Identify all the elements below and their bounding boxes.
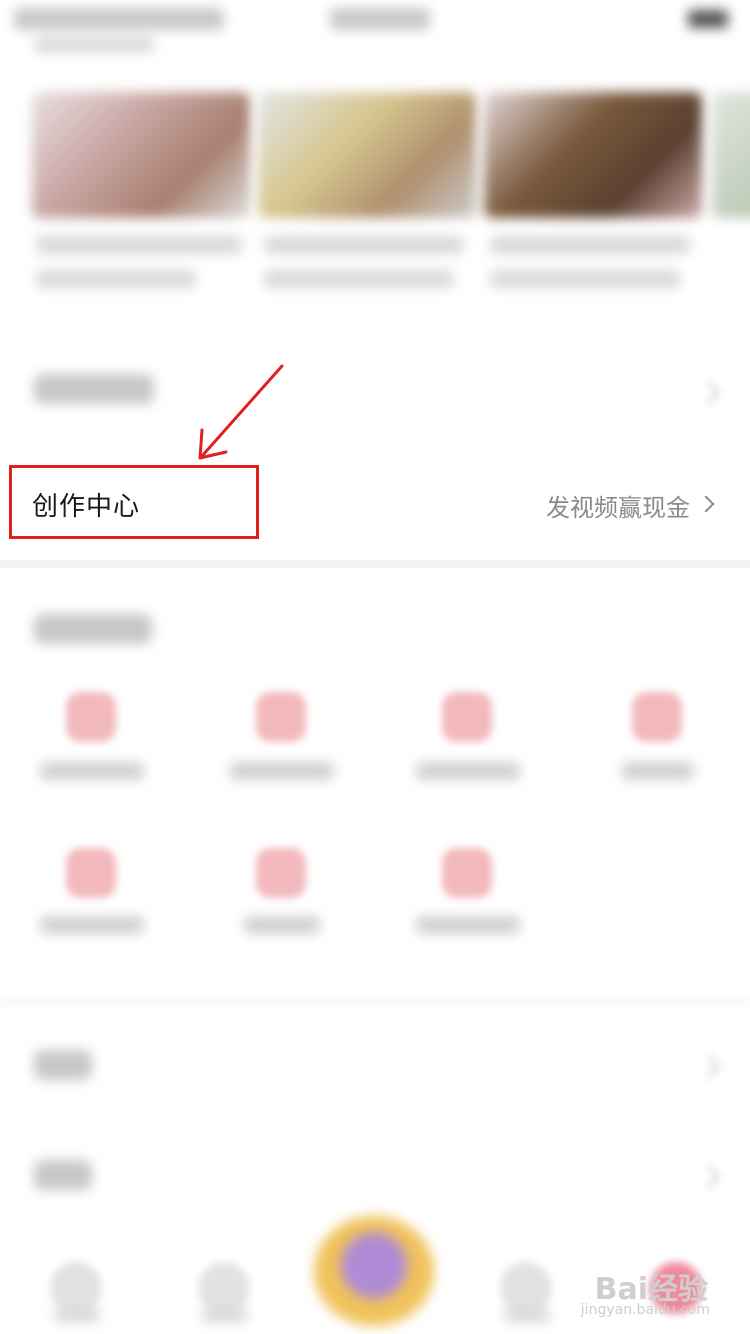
clock	[330, 8, 430, 30]
arrow-annotation-icon	[198, 364, 284, 460]
section-title-blurred	[34, 614, 152, 644]
section-divider-2	[0, 1000, 750, 1004]
carrier-signal	[14, 8, 224, 30]
service-icon-2[interactable]	[256, 692, 306, 742]
video-thumbnail-4[interactable]	[712, 92, 750, 218]
tab-home-icon[interactable]	[50, 1262, 102, 1314]
row-label-blurred-3[interactable]	[34, 1160, 92, 1190]
row-label-blurred-2[interactable]	[34, 1050, 92, 1080]
row-label-blurred-1[interactable]	[34, 374, 154, 404]
video-caption-2b	[264, 270, 454, 288]
tab-home-label	[54, 1308, 100, 1322]
tab-fourth-icon[interactable]	[500, 1262, 552, 1314]
video-thumbnail-1[interactable]	[32, 92, 250, 218]
chevron-right-icon	[697, 495, 715, 513]
status-subtext	[34, 38, 154, 52]
center-action-button[interactable]	[314, 1216, 434, 1326]
service-label-4	[622, 762, 694, 780]
creation-center-row[interactable]: 创作中心 发视频赢现金	[0, 462, 750, 548]
video-caption-2	[264, 236, 464, 254]
service-icon-5[interactable]	[66, 848, 116, 898]
video-caption-1	[36, 236, 242, 254]
video-caption-3	[490, 236, 690, 254]
video-thumbnail-3[interactable]	[484, 92, 702, 218]
chevron-right-icon	[696, 1054, 721, 1079]
service-icon-1[interactable]	[66, 692, 116, 742]
tab-fourth-label	[504, 1308, 550, 1322]
service-label-3	[416, 762, 520, 780]
video-caption-3b	[490, 270, 680, 288]
tab-second-label	[202, 1308, 248, 1322]
service-icon-4[interactable]	[632, 692, 682, 742]
service-label-2	[230, 762, 334, 780]
watermark-url: jingyan.baidu.com	[580, 1302, 710, 1318]
chevron-right-icon	[696, 1164, 721, 1189]
service-label-6	[244, 916, 320, 934]
video-caption-1b	[36, 270, 196, 288]
tab-second-icon[interactable]	[198, 1262, 250, 1314]
service-label-1	[40, 762, 144, 780]
post-video-earn-link[interactable]: 发视频赢现金	[546, 488, 690, 523]
service-label-7	[416, 916, 520, 934]
battery-icon	[688, 10, 728, 28]
creation-center-title: 创作中心	[32, 492, 141, 522]
service-label-5	[40, 916, 144, 934]
status-bar	[0, 0, 750, 52]
section-divider	[0, 560, 750, 568]
chevron-right-icon	[696, 380, 721, 405]
video-thumbnail-2[interactable]	[258, 92, 476, 218]
service-icon-6[interactable]	[256, 848, 306, 898]
service-icon-3[interactable]	[442, 692, 492, 742]
service-icon-7[interactable]	[442, 848, 492, 898]
